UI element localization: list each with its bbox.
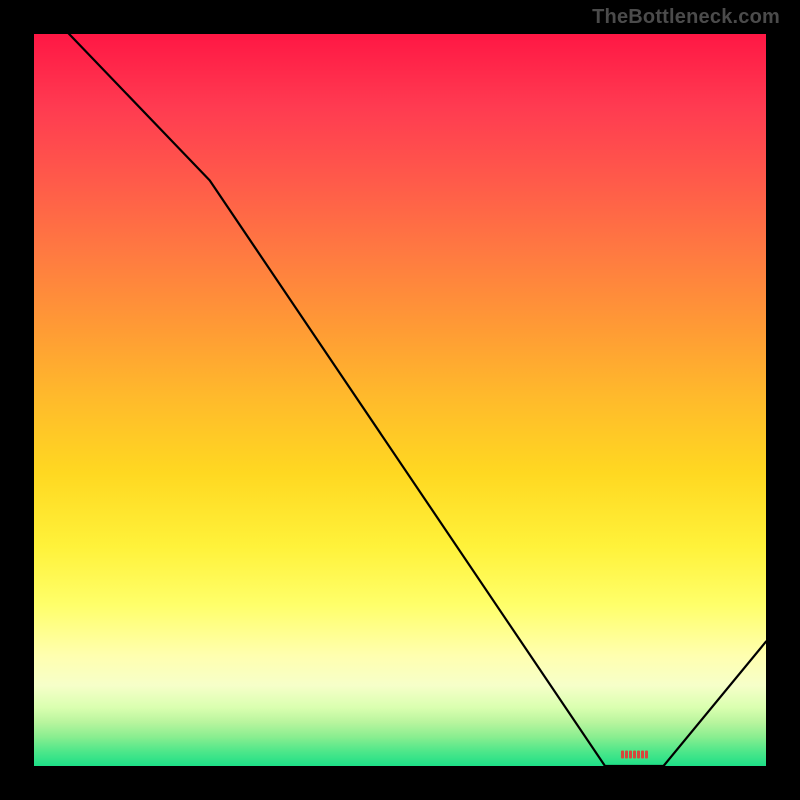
chart-stage: TheBottleneck.com [0,0,800,800]
plot-area [34,34,766,766]
optimum-marker-label [620,750,648,761]
bottleneck-curve [34,34,766,766]
attribution-text: TheBottleneck.com [592,6,780,29]
